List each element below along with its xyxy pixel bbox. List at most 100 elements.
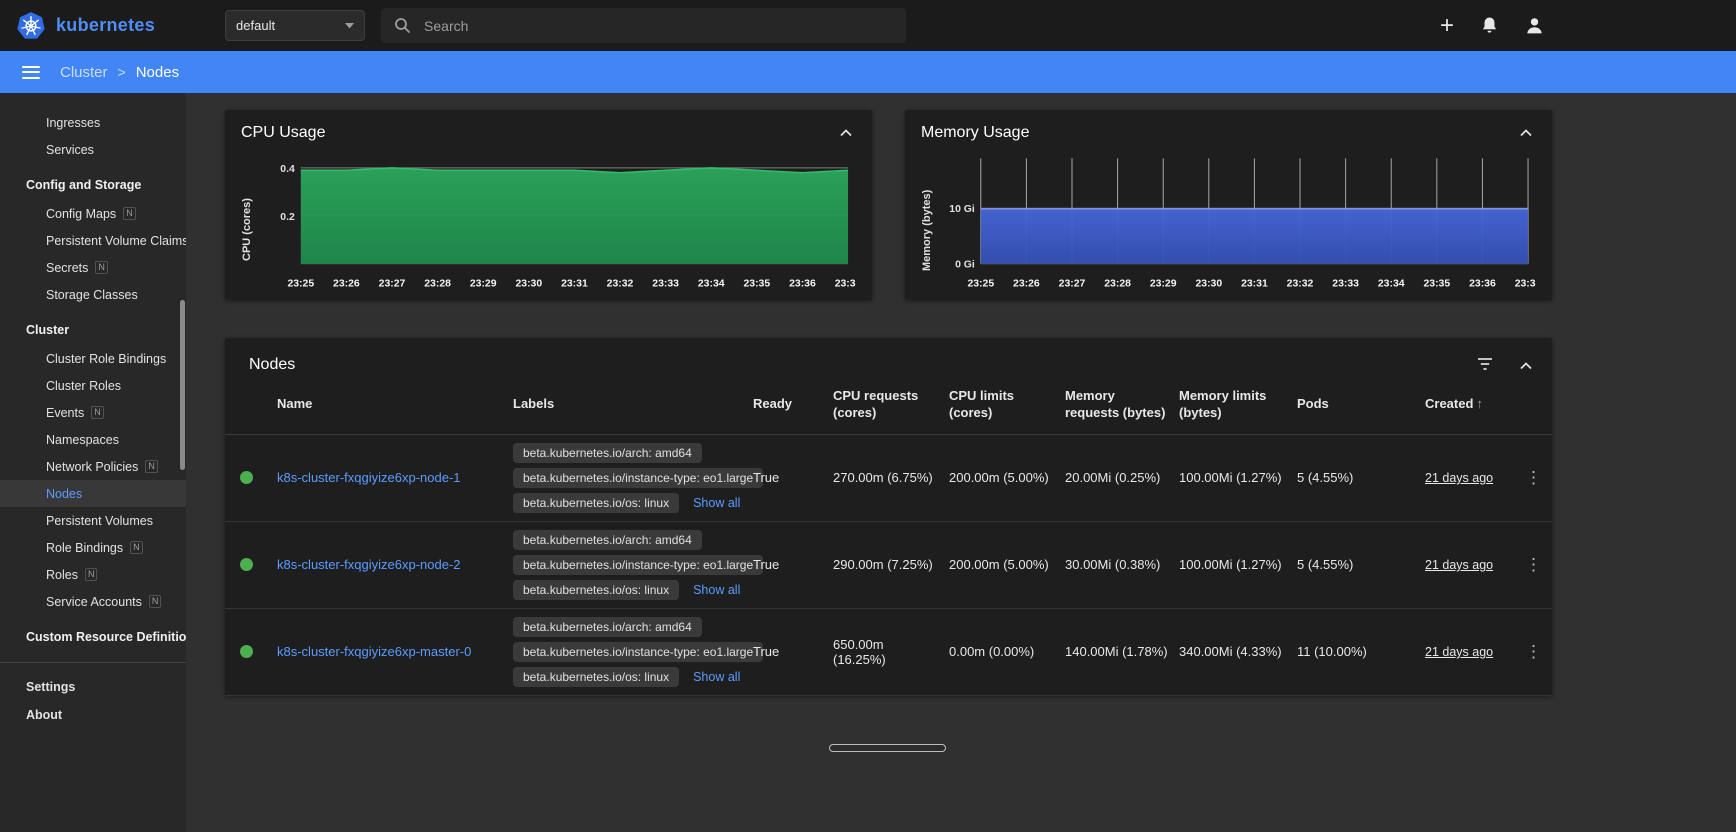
charts-row: CPU Usage CPU (cores) 0.20.423:2523:2623… bbox=[225, 110, 1736, 300]
sidebar-item-namespaces[interactable]: Namespaces bbox=[0, 426, 186, 453]
node-actions-cell: ⋮ bbox=[1519, 641, 1552, 662]
notifications-button[interactable] bbox=[1481, 16, 1498, 35]
show-all-labels-link[interactable]: Show all bbox=[693, 496, 740, 510]
main-content: CPU Usage CPU (cores) 0.20.423:2523:2623… bbox=[186, 93, 1736, 832]
label-chip: beta.kubernetes.io/os: linux bbox=[513, 667, 679, 687]
svg-text:23:27: 23:27 bbox=[379, 279, 406, 290]
node-memory-limits-cell: 100.00Mi (1.27%) bbox=[1179, 470, 1297, 485]
search-bar[interactable] bbox=[381, 8, 906, 43]
sidebar-item-network-policies[interactable]: Network PoliciesN bbox=[0, 453, 186, 480]
sidebar-item-about[interactable]: About bbox=[0, 701, 186, 729]
sidebar-item-cluster-role-bindings[interactable]: Cluster Role Bindings bbox=[0, 345, 186, 372]
label-chip: beta.kubernetes.io/instance-type: eo1.la… bbox=[513, 642, 763, 662]
cpu-usage-card: CPU Usage CPU (cores) 0.20.423:2523:2623… bbox=[225, 110, 872, 300]
sidebar-nav: IngressesServicesConfig and StorageConfi… bbox=[0, 109, 186, 729]
menu-icon bbox=[22, 66, 40, 68]
label-chip: beta.kubernetes.io/instance-type: eo1.la… bbox=[513, 555, 763, 575]
collapse-memory-chart-button[interactable] bbox=[1516, 123, 1536, 142]
sidebar-item-persistent-volumes[interactable]: Persistent Volumes bbox=[0, 507, 186, 534]
node-created-cell: 21 days ago bbox=[1409, 557, 1519, 572]
cpu-usage-title: CPU Usage bbox=[241, 124, 325, 142]
topbar-actions: + bbox=[1440, 14, 1544, 38]
sidebar-item-cluster-roles[interactable]: Cluster Roles bbox=[0, 372, 186, 399]
namespace-selector[interactable]: default bbox=[225, 10, 365, 41]
svg-text:10 Gi: 10 Gi bbox=[949, 204, 975, 215]
sidebar-item-storage-classes[interactable]: Storage Classes bbox=[0, 281, 186, 308]
breadcrumb-separator: > bbox=[118, 64, 126, 80]
label-chip: beta.kubernetes.io/instance-type: eo1.la… bbox=[513, 468, 763, 488]
filter-button[interactable] bbox=[1476, 357, 1494, 374]
breadcrumb-cluster-link[interactable]: Cluster bbox=[60, 64, 108, 81]
svg-text:23:29: 23:29 bbox=[470, 279, 497, 290]
node-age: 21 days ago bbox=[1425, 558, 1493, 572]
sidebar-item-label: Events bbox=[46, 406, 84, 420]
home-link[interactable]: kubernetes bbox=[16, 11, 155, 41]
account-button[interactable] bbox=[1525, 16, 1544, 35]
node-cpu-limits-cell: 200.00m (5.00%) bbox=[949, 470, 1065, 485]
top-app-bar: kubernetes default + bbox=[0, 0, 1736, 51]
node-age: 21 days ago bbox=[1425, 471, 1493, 485]
sidebar-item-ingresses[interactable]: Ingresses bbox=[0, 109, 186, 136]
menu-button[interactable] bbox=[18, 62, 44, 83]
chevron-up-icon bbox=[1520, 129, 1532, 137]
column-created-sort[interactable]: Created ↑ bbox=[1409, 396, 1519, 413]
status-ok-icon bbox=[240, 645, 253, 658]
node-actions-menu-button[interactable]: ⋮ bbox=[1519, 467, 1548, 488]
svg-text:23:28: 23:28 bbox=[424, 279, 451, 290]
collapse-nodes-button[interactable] bbox=[1520, 358, 1532, 373]
sidebar-item-nodes[interactable]: Nodes bbox=[0, 480, 186, 507]
show-all-labels-link[interactable]: Show all bbox=[693, 670, 740, 684]
svg-text:23:26: 23:26 bbox=[333, 279, 360, 290]
sidebar-item-secrets[interactable]: SecretsN bbox=[0, 254, 186, 281]
sidebar-item-settings[interactable]: Settings bbox=[0, 673, 186, 701]
sidebar-item-persistent-volume-claims[interactable]: Persistent Volume ClaimsN bbox=[0, 227, 186, 254]
node-cpu-requests-cell: 270.00m (6.75%) bbox=[833, 470, 949, 485]
nodes-card: Nodes bbox=[225, 338, 1552, 696]
label-chip: beta.kubernetes.io/arch: amd64 bbox=[513, 617, 702, 637]
namespaced-badge: N bbox=[85, 568, 98, 581]
svg-text:23:29: 23:29 bbox=[1150, 279, 1177, 290]
node-name-link[interactable]: k8s-cluster-fxqgiyize6xp-node-1 bbox=[277, 470, 461, 485]
node-actions-cell: ⋮ bbox=[1519, 554, 1552, 575]
create-resource-button[interactable]: + bbox=[1440, 14, 1454, 38]
show-all-labels-link[interactable]: Show all bbox=[693, 583, 740, 597]
node-actions-menu-button[interactable]: ⋮ bbox=[1519, 641, 1548, 662]
breadcrumb-current-page: Nodes bbox=[136, 64, 179, 81]
memory-usage-card: Memory Usage Memory (bytes) 0 Gi10 Gi23:… bbox=[905, 110, 1552, 300]
node-name-link[interactable]: k8s-cluster-fxqgiyize6xp-node-2 bbox=[277, 557, 461, 572]
svg-text:23:26: 23:26 bbox=[1013, 279, 1040, 290]
sidebar-item-role-bindings[interactable]: Role BindingsN bbox=[0, 534, 186, 561]
brand-name: kubernetes bbox=[56, 15, 155, 36]
svg-text:23:35: 23:35 bbox=[743, 279, 770, 290]
node-actions-menu-button[interactable]: ⋮ bbox=[1519, 554, 1548, 575]
filter-icon bbox=[1476, 357, 1494, 371]
sidebar-item-service-accounts[interactable]: Service AccountsN bbox=[0, 588, 186, 615]
svg-text:23:30: 23:30 bbox=[1195, 279, 1222, 290]
node-ready-cell: True bbox=[753, 470, 833, 485]
svg-text:23:34: 23:34 bbox=[1378, 279, 1405, 290]
node-name-link[interactable]: k8s-cluster-fxqgiyize6xp-master-0 bbox=[277, 644, 471, 659]
sidebar-item-label: Cluster Role Bindings bbox=[46, 352, 166, 366]
namespaced-badge: N bbox=[145, 460, 158, 473]
sidebar-item-events[interactable]: EventsN bbox=[0, 399, 186, 426]
collapse-cpu-chart-button[interactable] bbox=[836, 123, 856, 142]
svg-text:23:28: 23:28 bbox=[1104, 279, 1131, 290]
node-name-cell: k8s-cluster-fxqgiyize6xp-node-2 bbox=[277, 557, 513, 572]
sidebar-item-services[interactable]: Services bbox=[0, 136, 186, 163]
search-input[interactable] bbox=[424, 18, 893, 34]
sidebar-item-label: Secrets bbox=[46, 261, 88, 275]
sidebar-item-roles[interactable]: RolesN bbox=[0, 561, 186, 588]
node-cpu-limits-cell: 200.00m (5.00%) bbox=[949, 557, 1065, 572]
sidebar-item-label: Cluster bbox=[26, 323, 69, 337]
search-icon bbox=[394, 17, 411, 34]
node-status-cell bbox=[225, 471, 277, 484]
node-created-cell: 21 days ago bbox=[1409, 644, 1519, 659]
column-pods: Pods bbox=[1297, 396, 1409, 413]
sidebar-scrollbar[interactable] bbox=[180, 300, 185, 470]
svg-text:23:31: 23:31 bbox=[561, 279, 588, 290]
svg-text:23:31: 23:31 bbox=[1241, 279, 1268, 290]
node-memory-requests-cell: 30.00Mi (0.38%) bbox=[1065, 557, 1179, 572]
node-created-cell: 21 days ago bbox=[1409, 470, 1519, 485]
sidebar-item-config-maps[interactable]: Config MapsN bbox=[0, 200, 186, 227]
node-status-cell bbox=[225, 558, 277, 571]
